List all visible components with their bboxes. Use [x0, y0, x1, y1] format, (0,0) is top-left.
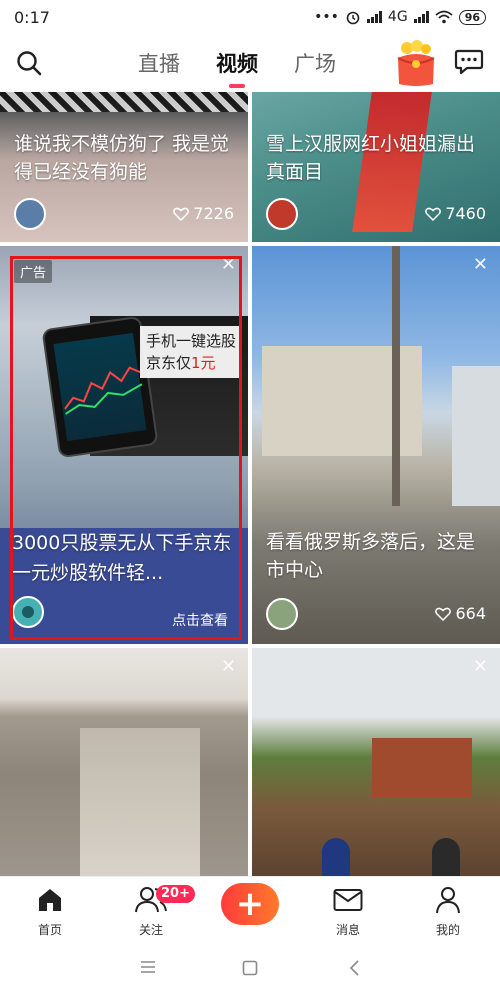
- nav-messages[interactable]: 消息: [313, 885, 383, 938]
- home-icon: [39, 889, 61, 911]
- ad-title: 3000只股票无从下手京东一元炒股软件轻...: [12, 532, 232, 584]
- status-time: 0:17: [14, 7, 50, 27]
- like-count[interactable]: 664: [435, 604, 486, 623]
- avatar[interactable]: [266, 198, 298, 230]
- close-icon[interactable]: ✕: [221, 656, 236, 677]
- video-title: 谁说我不模仿狗了 我是觉得已经没有狗能: [14, 133, 230, 183]
- wifi-icon: [435, 10, 453, 24]
- top-nav: 直播 视频 广场: [0, 34, 500, 92]
- status-bar: 0:17 ••• 4G 96: [0, 0, 500, 34]
- video-title: 雪上汉服网红小姐姐漏出真面目: [266, 133, 476, 183]
- tab-live[interactable]: 直播: [138, 48, 180, 78]
- nav-home[interactable]: 首页: [15, 885, 85, 938]
- video-card[interactable]: 雪上汉服网红小姐姐漏出真面目 7460: [252, 92, 500, 242]
- video-thumbnail: [252, 246, 500, 644]
- nav-me[interactable]: 我的: [413, 885, 483, 938]
- red-envelope-icon[interactable]: [393, 40, 439, 88]
- heart-icon: [435, 607, 452, 621]
- bottom-nav: 首页 关注 20+ + 消息 我的: [0, 876, 500, 942]
- video-card[interactable]: ✕: [0, 648, 248, 876]
- video-thumbnail: [252, 648, 500, 876]
- alarm-icon: [346, 11, 360, 25]
- person-icon: [436, 887, 460, 914]
- search-icon[interactable]: [16, 50, 42, 76]
- heart-icon: [425, 207, 442, 221]
- dots-icon: •••: [314, 9, 339, 25]
- video-feed: 谁说我不模仿狗了 我是觉得已经没有狗能 7226 雪上汉服网红小姐姐漏出真面目 …: [0, 92, 500, 876]
- plus-icon[interactable]: +: [221, 883, 279, 925]
- tab-square[interactable]: 广场: [294, 48, 336, 78]
- close-icon[interactable]: ✕: [473, 254, 488, 275]
- close-icon[interactable]: ✕: [221, 254, 236, 275]
- video-card[interactable]: ✕: [252, 648, 500, 876]
- avatar[interactable]: [12, 596, 44, 628]
- network-type: 4G: [387, 9, 408, 25]
- video-card[interactable]: ✕ 看看俄罗斯多落后，这是市中心 664: [252, 246, 500, 644]
- like-count[interactable]: 7460: [425, 204, 486, 223]
- video-title: 看看俄罗斯多落后，这是市中心: [266, 531, 476, 581]
- battery-indicator: 96: [458, 9, 486, 25]
- home-square-icon[interactable]: [242, 960, 258, 976]
- video-card[interactable]: 谁说我不模仿狗了 我是觉得已经没有狗能 7226: [0, 92, 248, 242]
- close-icon[interactable]: ✕: [473, 656, 488, 677]
- menu-icon[interactable]: [140, 960, 156, 974]
- video-thumbnail: [0, 648, 248, 876]
- avatar[interactable]: [14, 198, 46, 230]
- ad-cta-link[interactable]: 点击查看: [172, 610, 228, 630]
- mail-icon: [333, 889, 363, 911]
- nav-follow[interactable]: 关注 20+: [116, 885, 195, 938]
- signal-icon: [366, 11, 382, 23]
- avatar[interactable]: [266, 598, 298, 630]
- signal-icon-2: [413, 11, 429, 23]
- notification-badge: 20+: [156, 885, 195, 903]
- like-count[interactable]: 7226: [173, 204, 234, 223]
- system-nav-bar: [0, 942, 500, 1000]
- tab-video[interactable]: 视频: [216, 48, 258, 78]
- tab-bar: 直播 视频 广场: [138, 48, 336, 78]
- message-bubble-icon[interactable]: [454, 48, 484, 76]
- ad-label: 广告: [14, 260, 53, 283]
- ad-card[interactable]: 手机一键选股 京东仅1元 广告 ✕ 3000只股票无从下手京东一元炒股软件轻..…: [0, 246, 248, 644]
- heart-icon: [173, 207, 190, 221]
- back-icon[interactable]: [348, 960, 360, 976]
- status-icons: ••• 4G 96: [314, 9, 486, 25]
- ad-banner-text: 手机一键选股 京东仅1元: [140, 326, 243, 378]
